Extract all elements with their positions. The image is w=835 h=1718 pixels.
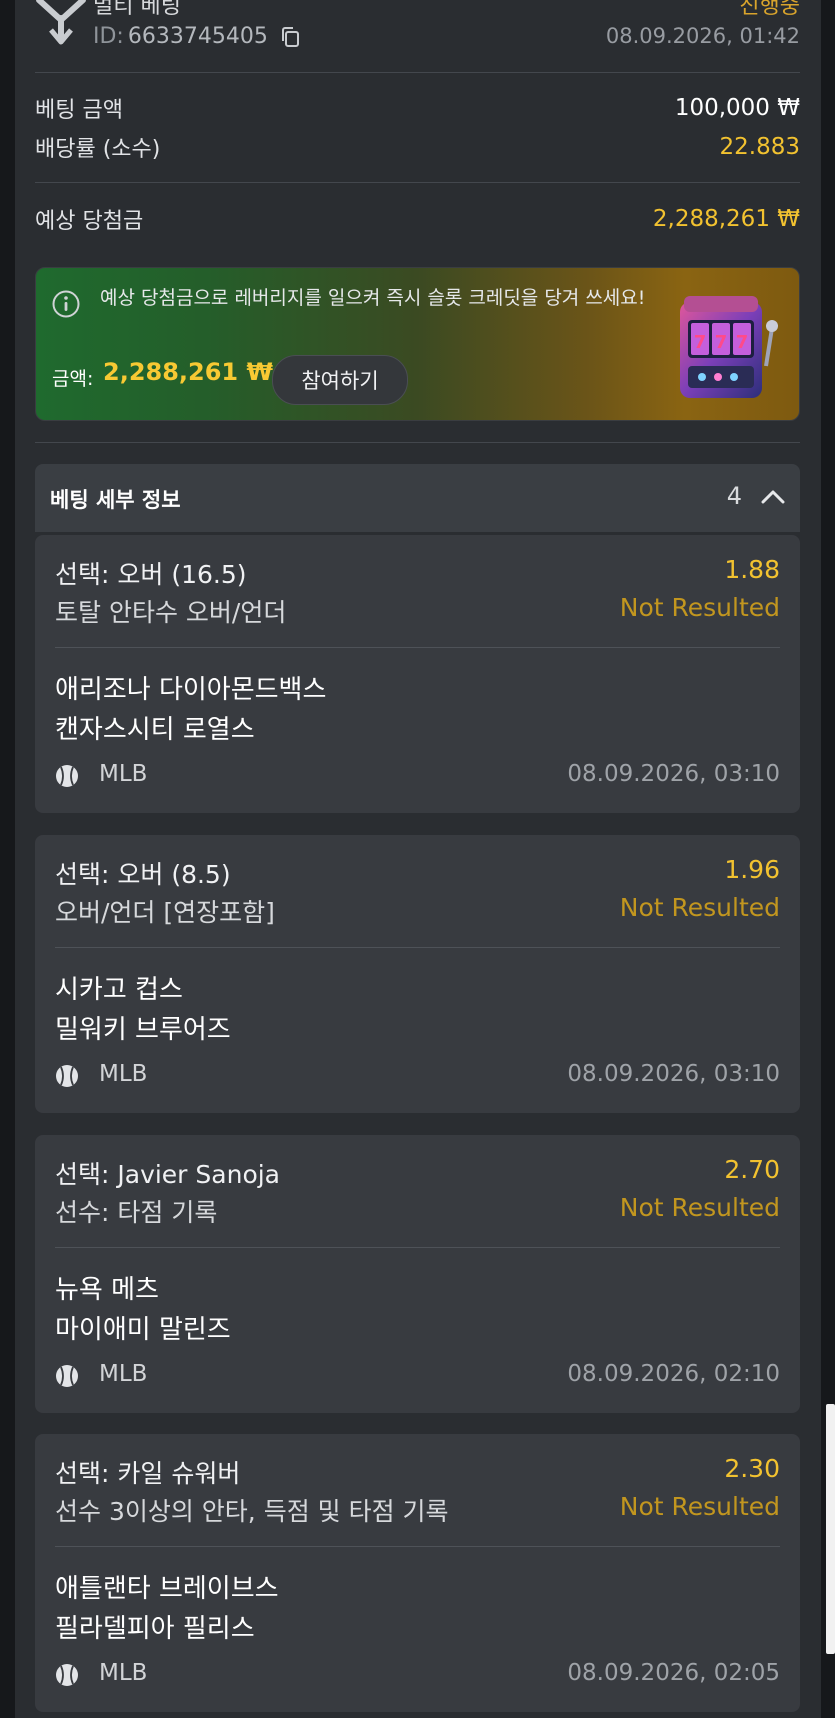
scrollbar[interactable] [826, 1404, 835, 1654]
selection-label: 선택: Javier Sanoja [55, 1160, 281, 1189]
market-label: 선수: 타점 기록 [55, 1198, 218, 1227]
league-label: MLB [99, 1660, 148, 1686]
slot-machine-icon: 7 7 7 [680, 296, 778, 398]
total-odds-value: 22.883 [719, 134, 800, 160]
selection-odds: 2.30 [724, 1454, 780, 1483]
divider [35, 182, 800, 183]
multi-bet-icon [36, 0, 86, 45]
baseball-icon [56, 1365, 78, 1387]
baseball-icon [56, 765, 78, 787]
event-time: 08.09.2026, 02:05 [567, 1660, 780, 1686]
payout-label: 예상 당첨금 [35, 209, 144, 234]
bet-type-label: 멀티 베팅 [93, 0, 181, 19]
league-label: MLB [99, 761, 148, 787]
slot-digit: 7 [694, 332, 707, 353]
divider [35, 442, 800, 443]
bet-id-row: ID: 6633745405 [93, 24, 300, 49]
market-label: 오버/언더 [연장포함] [55, 898, 275, 927]
odds-label: 배당률 (소수) [35, 137, 161, 162]
market-label: 선수 3이상의 안타, 득점 및 타점 기록 [55, 1497, 449, 1526]
result-status: Not Resulted [619, 893, 780, 922]
bet-details-title: 베팅 세부 정보 [50, 488, 181, 512]
chevron-up-icon[interactable] [760, 486, 786, 508]
result-status: Not Resulted [619, 1492, 780, 1521]
info-icon [52, 290, 80, 318]
selection-card: 선택: 오버 (8.5) 1.96 오버/언더 [연장포함] Not Resul… [35, 835, 800, 1113]
team-name: 애틀랜타 브레이브스 [55, 1574, 279, 1604]
stake-row: 베팅 금액 100,000 ₩ [35, 92, 800, 124]
selection-label: 선택: 카일 슈워버 [55, 1459, 241, 1488]
team-name: 뉴욕 메츠 [55, 1275, 159, 1305]
result-status: Not Resulted [619, 1193, 780, 1222]
selection-label: 선택: 오버 (16.5) [55, 560, 247, 589]
payout-value: 2,288,261 ₩ [652, 206, 800, 232]
team-name: 밀워키 브루어즈 [55, 1015, 231, 1045]
slot-digit: 7 [736, 332, 749, 353]
selection-label: 선택: 오버 (8.5) [55, 860, 231, 889]
selection-odds: 1.88 [724, 555, 780, 584]
promo-amount-label: 금액: [52, 368, 94, 390]
event-time: 08.09.2026, 03:10 [567, 1061, 780, 1087]
event-time: 08.09.2026, 02:10 [567, 1361, 780, 1387]
join-button[interactable]: 참여하기 [272, 355, 408, 405]
selection-card: 선택: Javier Sanoja 2.70 선수: 타점 기록 Not Res… [35, 1135, 800, 1413]
baseball-icon [56, 1664, 78, 1686]
team-name: 시카고 컵스 [55, 975, 183, 1005]
payout-row: 예상 당첨금 2,288,261 ₩ [35, 203, 800, 235]
promo-text: 예상 당첨금으로 레버리지를 일으켜 즉시 슬롯 크레딧을 당겨 쓰세요! [100, 287, 646, 309]
event-time: 08.09.2026, 03:10 [567, 761, 780, 787]
league-label: MLB [99, 1361, 148, 1387]
stake-label: 베팅 금액 [35, 98, 123, 123]
selection-odds: 2.70 [724, 1155, 780, 1184]
selection-count: 4 [726, 482, 742, 510]
selection-card: 선택: 오버 (16.5) 1.88 토탈 안타수 오버/언더 Not Resu… [35, 535, 800, 813]
slot-credit-promo-banner: 예상 당첨금으로 레버리지를 일으켜 즉시 슬롯 크레딧을 당겨 쓰세요! 금액… [35, 267, 800, 421]
team-name: 캔자스시티 로열스 [55, 715, 255, 745]
card-divider [55, 647, 780, 648]
copy-icon[interactable] [280, 26, 300, 48]
selection-odds: 1.96 [724, 855, 780, 884]
bet-status: 진행중 [739, 0, 800, 19]
slot-digit: 7 [715, 332, 728, 353]
card-divider [55, 1546, 780, 1547]
divider [35, 72, 800, 73]
team-name: 마이애미 말린즈 [55, 1315, 231, 1345]
selection-card: 선택: 카일 슈워버 2.30 선수 3이상의 안타, 득점 및 타점 기록 N… [35, 1434, 800, 1712]
bet-id-value: 6633745405 [127, 24, 268, 49]
odds-row: 배당률 (소수) 22.883 [35, 131, 800, 163]
team-name: 애리조나 다이아몬드백스 [55, 675, 327, 705]
team-name: 필라델피아 필리스 [55, 1614, 255, 1644]
card-divider [55, 1247, 780, 1248]
league-label: MLB [99, 1061, 148, 1087]
bet-placed-time: 08.09.2026, 01:42 [605, 24, 800, 48]
stake-value: 100,000 ₩ [674, 95, 800, 121]
card-divider [55, 947, 780, 948]
market-label: 토탈 안타수 오버/언더 [55, 598, 287, 627]
promo-amount-value: 2,288,261 ₩ [103, 358, 273, 386]
bet-id-label: ID: [93, 24, 124, 49]
bet-header: 멀티 베팅 ID: 6633745405 진행중 08.09.2026, 01:… [35, 0, 800, 72]
result-status: Not Resulted [619, 593, 780, 622]
bet-details-header[interactable]: 베팅 세부 정보 4 [35, 464, 800, 532]
baseball-icon [56, 1065, 78, 1087]
